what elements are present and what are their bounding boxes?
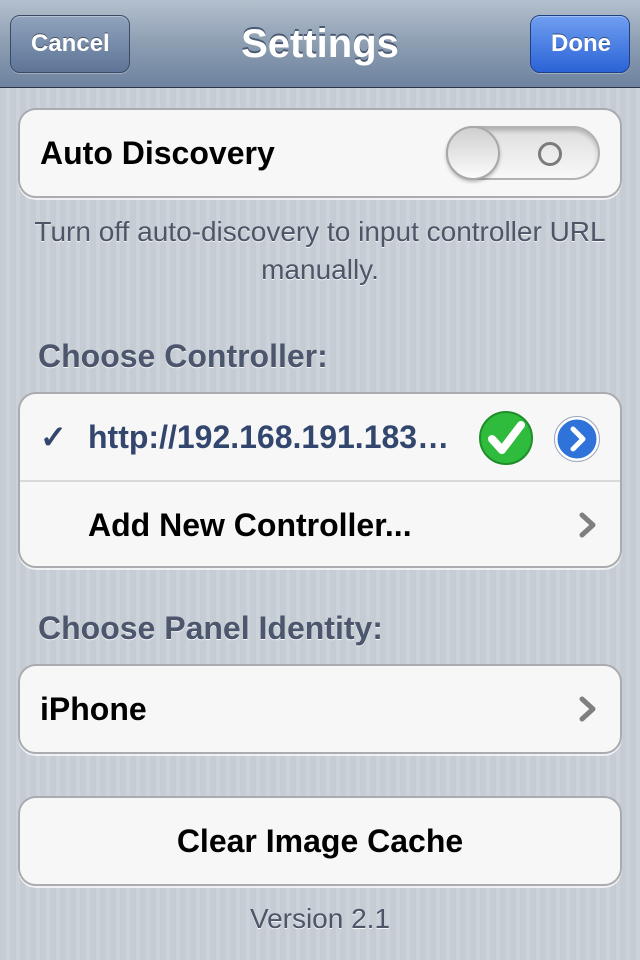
clear-image-cache-cell[interactable]: Clear Image Cache	[20, 798, 620, 884]
panel-identity-group: iPhone	[18, 664, 622, 754]
clear-image-cache-button[interactable]: Clear Image Cache	[18, 796, 622, 886]
auto-discovery-footer: Turn off auto-discovery to input control…	[34, 216, 606, 285]
version-label: Version 2.1	[249, 903, 391, 934]
green-check-icon	[479, 411, 533, 465]
add-controller-label: Add New Controller...	[88, 507, 412, 543]
toggle-knob[interactable]	[446, 126, 500, 180]
controller-row[interactable]: ✓ http://192.168.191.183…	[20, 394, 620, 480]
clear-image-cache-label: Clear Image Cache	[176, 823, 464, 859]
panel-identity-row[interactable]: iPhone	[20, 666, 620, 752]
auto-discovery-toggle[interactable]	[446, 126, 600, 180]
toggle-off-indicator-icon	[538, 142, 562, 166]
auto-discovery-label: Auto Discovery	[40, 135, 275, 171]
panel-identity-value: iPhone	[40, 691, 147, 727]
controller-url: http://192.168.191.183…	[88, 419, 450, 455]
auto-discovery-cell: Auto Discovery	[20, 110, 620, 196]
chevron-right-icon	[579, 696, 596, 722]
controller-list-group: ✓ http://192.168.191.183… Add New Contro…	[18, 392, 622, 568]
chevron-right-icon	[579, 512, 596, 538]
navigation-bar: Cancel Settings Done	[0, 0, 640, 88]
choose-panel-identity-header: Choose Panel Identity:	[38, 610, 383, 646]
selected-checkmark-icon: ✓	[40, 419, 67, 455]
choose-controller-header: Choose Controller:	[38, 338, 328, 374]
done-button[interactable]: Done	[530, 15, 630, 73]
auto-discovery-group: Auto Discovery	[18, 108, 622, 198]
detail-disclosure-icon[interactable]	[554, 416, 600, 462]
add-controller-row[interactable]: Add New Controller...	[20, 480, 620, 566]
